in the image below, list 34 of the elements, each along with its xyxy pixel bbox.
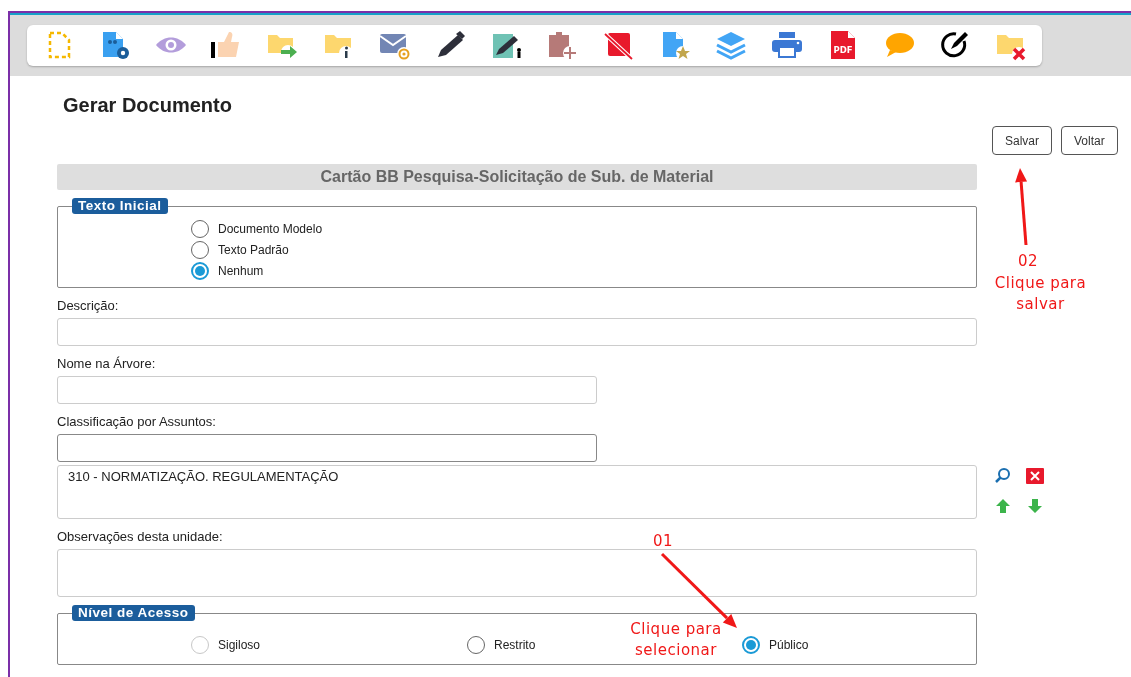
annotation-number: 01 [653,531,674,552]
save-button[interactable]: Salvar [992,126,1052,155]
text-field[interactable] [57,318,977,346]
group-legend: Nível de Acesso [72,605,195,621]
subject-list-item[interactable]: 310 - NORMATIZAÇÃO. REGULAMENTAÇÃO [68,469,966,484]
radio-label[interactable]: Público [769,638,809,652]
subject-list-box[interactable]: 310 - NORMATIZAÇÃO. REGULAMENTAÇÃO [57,465,977,519]
annotation-number: 02 [1018,251,1039,272]
field-label: Descrição: [57,298,119,312]
radio-label[interactable]: Texto Padrão [218,243,289,257]
page-title: Gerar Documento [63,94,233,118]
radio-button[interactable] [191,220,209,238]
remove-icon[interactable] [1025,467,1045,485]
text-field[interactable] [57,549,977,597]
document-type-header: Cartão BB Pesquisa-Solicitação de Sub. de Material [57,164,977,190]
radio-button[interactable] [191,262,209,280]
search-icon[interactable] [993,467,1013,485]
printer-icon[interactable] [770,29,804,61]
layers-icon[interactable] [714,29,748,61]
radio-label[interactable]: Nenhum [218,264,264,278]
field-label: Nome na Árvore: [57,356,156,370]
radio-label[interactable]: Documento Modelo [218,222,323,236]
text-field[interactable] [57,434,597,462]
radio-button[interactable] [467,636,485,654]
annotation-note: Clique para salvar [993,273,1088,315]
field-label: Classificação por Assuntos: [57,414,216,428]
radio-button[interactable] [742,636,760,654]
radio-label[interactable]: Restrito [494,638,536,652]
text-field[interactable] [57,376,597,404]
radio-button[interactable] [191,241,209,259]
back-button[interactable]: Voltar [1061,126,1118,155]
field-label: Observações desta unidade: [57,529,223,543]
group-legend: Texto Inicial [72,198,168,214]
annotation-note: Clique para selecionar [629,619,723,661]
